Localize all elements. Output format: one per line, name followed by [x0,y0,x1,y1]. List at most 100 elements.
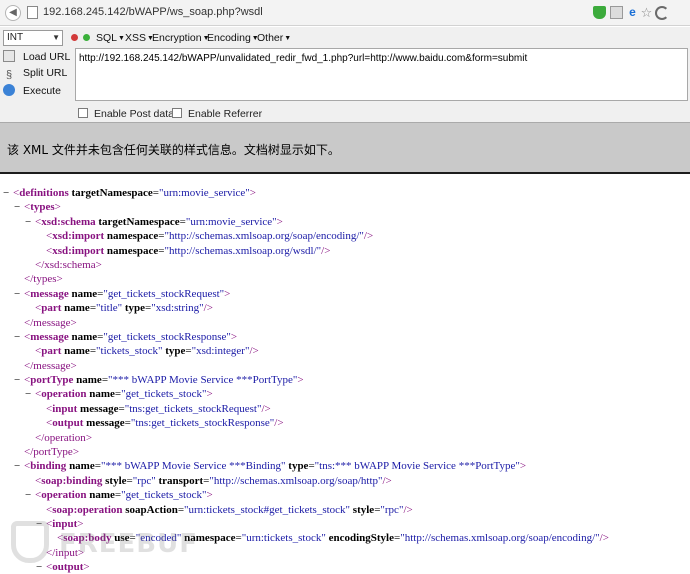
collapse-toggle-icon[interactable]: − [3,186,13,200]
xml-bracket: > [206,388,213,401]
collapse-toggle-icon[interactable]: − [14,459,24,473]
xml-line: </portType> [0,445,690,459]
xml-bracket: /> [203,302,213,315]
address-url[interactable]: 192.168.245.142/bWAPP/ws_soap.php?wsdl [43,6,263,18]
back-icon[interactable]: ◀ [5,5,21,21]
xml-tag-name: part [41,302,62,315]
enable-post-label: Enable Post data [94,108,174,120]
xml-attr-name: name [71,330,98,343]
xml-bracket: > [72,446,80,459]
xml-tag-name: soap:body [63,532,112,545]
collapse-toggle-icon[interactable]: − [25,387,35,401]
xml-attr-name: namespace [184,532,236,545]
chevron-down-icon: ▼ [52,33,60,42]
checkbox-box[interactable] [78,108,88,118]
xml-bracket: </ [24,273,34,286]
xml-bracket: > [249,187,257,199]
enable-referrer-checkbox[interactable]: Enable Referrer [172,108,262,120]
collapse-toggle-icon[interactable]: − [14,200,24,214]
menu-encryption[interactable]: Encryption▼ [152,32,210,44]
compat-view-icon[interactable]: e [626,6,639,19]
checkbox-box[interactable] [172,108,182,118]
int-select[interactable]: INT ▼ [3,30,63,46]
xml-tree: − <definitions targetNamespace="urn:movie… [0,186,690,574]
xml-attr-value: "tns:get_tickets_stockRequest" [124,402,262,415]
xml-bracket: > [70,316,77,329]
xml-bracket: /> [321,244,331,257]
xml-bracket: > [95,258,102,271]
xml-bracket: > [70,359,77,372]
xml-bracket: </ [46,546,56,559]
refresh-icon[interactable] [655,6,669,20]
collapse-toggle-icon[interactable]: − [25,488,35,502]
notice-divider [0,172,690,174]
xml-bracket: > [56,273,63,286]
xml-attr-value: "xsd:integer" [191,345,250,358]
xml-tag-name: soap:binding [41,474,103,487]
xml-attr-name: message [86,417,125,430]
collapse-toggle-icon[interactable]: − [36,560,46,574]
xml-bracket: > [276,215,283,228]
xml-attr-value: "get_tickets_stock" [121,489,207,502]
xml-line: <soap:operation soapAction="urn:tickets_… [0,503,690,517]
xml-closing-tag-name: portType [33,446,73,459]
xml-attr-value: "urn:movie_service" [158,187,250,199]
xml-bracket: > [77,517,84,530]
collapse-toggle-icon[interactable]: − [36,517,46,531]
xml-attr-name: name [89,489,115,502]
collapse-toggle-icon[interactable]: − [14,330,24,344]
xml-attr-value: "encoded" [135,532,182,545]
xml-tag-name: xsd:import [52,230,105,243]
xml-attr-value: "title" [96,302,123,315]
xml-bracket: </ [35,431,45,444]
xml-attr-value: "get_tickets_stockRequest" [103,287,225,300]
xml-closing-tag-name: xsd:schema [44,258,96,271]
xml-tag-name: input [52,402,78,415]
xml-bracket: > [54,201,61,214]
menu-encoding-label: Encoding [207,32,251,44]
xml-bracket: > [83,561,90,574]
menu-sql[interactable]: SQL▼ [96,32,125,44]
menu-other[interactable]: Other▼ [257,32,291,44]
execute-button[interactable]: Execute [3,84,61,100]
split-url-button[interactable]: § Split URL [3,67,67,83]
xml-bracket: /> [599,532,609,545]
xml-tag-name: portType [30,374,74,387]
xml-attr-value: "http://schemas.xmlsoap.org/soap/encodin… [400,532,600,545]
xml-attr-value: "tns:get_tickets_stockResponse" [130,417,275,430]
xml-tag-name: message [30,330,69,343]
xml-closing-tag-name: types [33,273,57,286]
collapse-toggle-icon[interactable]: − [14,373,24,387]
xml-line: − <output> [0,560,690,574]
xml-line: <input message="tns:get_tickets_stockReq… [0,402,690,416]
xml-tag-name: operation [41,489,87,502]
xml-line: − <portType name="*** bWAPP Movie Service… [0,373,690,387]
menu-xss-label: XSS [125,32,147,44]
xml-line: <soap:binding style="rpc" transport="htt… [0,474,690,488]
xml-closing-tag-name: input [55,546,78,559]
xml-style-notice: 该 XML 文件并未包含任何关联的样式信息。文档树显示如下。 [0,122,690,172]
xml-tag-name: definitions [19,187,69,199]
xml-line: <xsd:import namespace="http://schemas.xm… [0,229,690,243]
menu-encoding[interactable]: Encoding▼ [207,32,259,44]
xml-bracket: > [77,546,85,559]
certificate-icon[interactable] [610,6,623,19]
xml-line: − <message name="get_tickets_stockRespons… [0,330,690,344]
xml-attr-name: targetNamespace [98,215,180,228]
star-icon[interactable]: ☆ [640,6,653,19]
url-textarea[interactable]: http://192.168.245.142/bWAPP/unvalidated… [75,48,688,101]
xml-attr-value: "*** bWAPP Movie Service ***PortType" [108,374,298,387]
xml-line: <xsd:import namespace="http://schemas.xm… [0,244,690,258]
collapse-toggle-icon[interactable]: − [14,287,24,301]
shield-icon[interactable] [593,6,606,19]
xml-attr-value: "get_tickets_stockResponse" [103,330,231,343]
menu-xss[interactable]: XSS▼ [125,32,154,44]
xml-attr-value: "xsd:string" [151,302,204,315]
load-url-button[interactable]: Load URL [3,50,70,66]
collapse-toggle-icon[interactable]: − [25,215,35,229]
green-dot-icon[interactable] [83,34,90,41]
xml-attr-name: style [105,474,127,487]
red-dot-icon[interactable] [71,34,78,41]
enable-post-checkbox[interactable]: Enable Post data [78,108,174,120]
xml-attr-name: soapAction [125,503,178,516]
